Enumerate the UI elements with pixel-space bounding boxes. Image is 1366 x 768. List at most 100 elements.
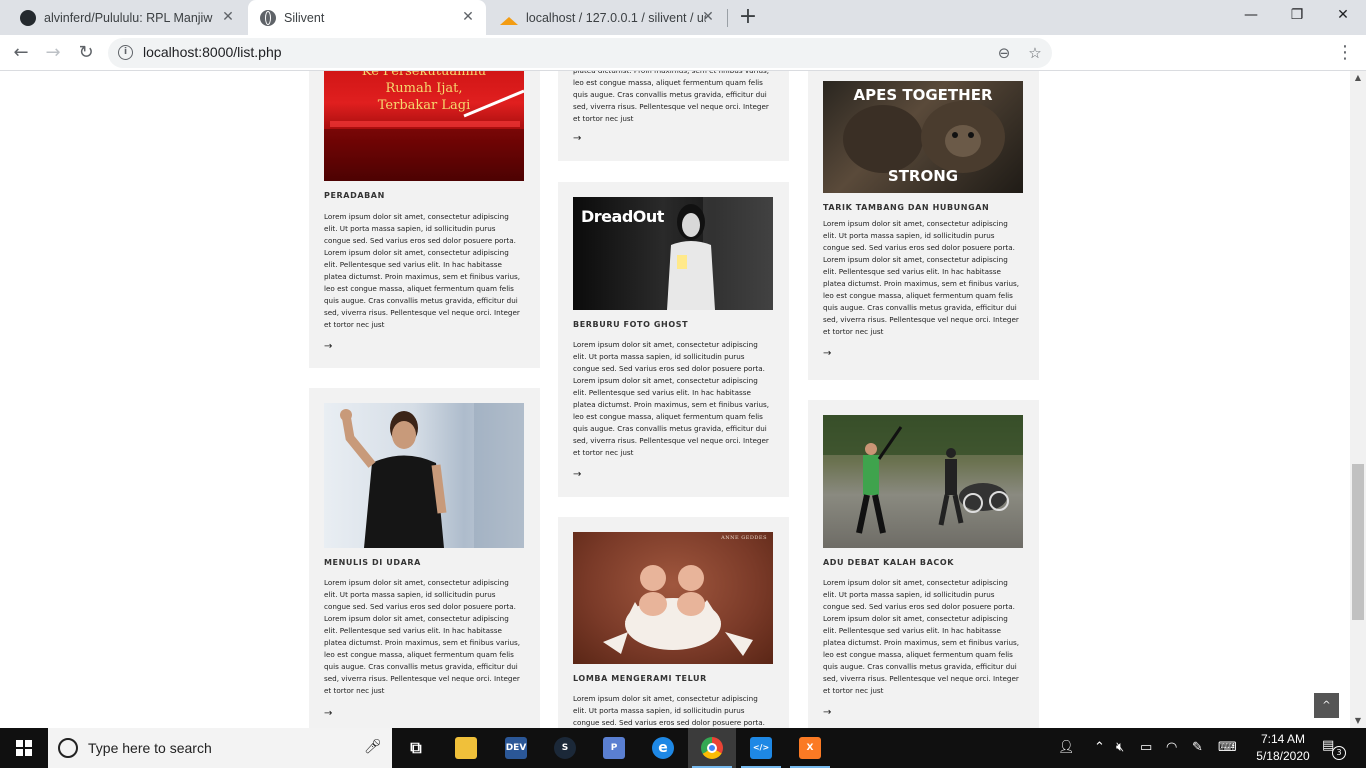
- maximize-button[interactable]: ❐: [1274, 0, 1320, 32]
- chrome-icon: [701, 737, 723, 759]
- pen-icon[interactable]: ✎: [1192, 740, 1203, 755]
- people-icon[interactable]: 👤︎: [1058, 740, 1075, 755]
- clock-time: 7:14 AM: [1260, 732, 1306, 746]
- globe-icon: [260, 9, 276, 26]
- taskbar-search-box[interactable]: Type here to search 🎤︎: [48, 728, 392, 768]
- arrow-left-icon: ←: [13, 42, 29, 63]
- close-icon[interactable]: ✕: [460, 9, 476, 25]
- post-title[interactable]: TARIK TAMBANG DAN HUBUNGAN: [823, 203, 989, 212]
- post-card: platea dictumst. Proin maximus, sem et f…: [558, 71, 789, 161]
- post-image[interactable]: APES TOGETHER STRONG: [823, 81, 1023, 193]
- wifi-icon[interactable]: ◠: [1166, 740, 1177, 755]
- screen: alvinferd/Pulululu: RPL Manjiw ✕ Siliven…: [0, 0, 1366, 768]
- post-card: Ke Persekutuanmu Rumah Ijat, Terbakar La…: [309, 71, 540, 368]
- back-to-top-button[interactable]: ^: [1314, 693, 1339, 718]
- menu-button[interactable]: ⋮: [1332, 40, 1358, 66]
- post-title[interactable]: ADU DEBAT KALAH BACOK: [823, 558, 954, 567]
- post-image-art: [340, 403, 524, 548]
- xampp-icon: X: [799, 737, 821, 759]
- read-more-arrow[interactable]: →: [823, 707, 831, 718]
- address-bar[interactable]: i localhost:8000/list.php ⊖ ☆: [108, 38, 1052, 68]
- bookmark-star-icon[interactable]: ☆: [1025, 43, 1045, 63]
- post-excerpt: Lorem ipsum dolor sit amet, consectetur …: [573, 694, 765, 727]
- read-more-arrow[interactable]: →: [573, 469, 581, 480]
- photoshop-button[interactable]: P: [590, 728, 638, 768]
- read-more-arrow[interactable]: →: [823, 348, 831, 359]
- scroll-down-arrow[interactable]: ▼: [1350, 714, 1366, 728]
- post-image-caption: APES TOGETHER: [853, 86, 993, 104]
- info-icon[interactable]: i: [118, 45, 133, 60]
- chevron-up-icon[interactable]: ⌃: [1094, 740, 1105, 755]
- file-explorer-button[interactable]: [442, 728, 490, 768]
- post-image[interactable]: DreadOut: [573, 197, 773, 310]
- microphone-icon[interactable]: 🎤︎: [364, 739, 382, 755]
- close-window-button[interactable]: ✕: [1320, 0, 1366, 32]
- post-title[interactable]: PERADABAN: [324, 191, 385, 200]
- read-more-arrow[interactable]: →: [324, 341, 332, 352]
- scrollbar-thumb[interactable]: [1352, 464, 1364, 620]
- edge-button[interactable]: e: [639, 728, 687, 768]
- start-button[interactable]: [0, 728, 48, 768]
- action-center-button[interactable]: ▤ 3: [1322, 738, 1346, 760]
- clock-date: 5/18/2020: [1256, 749, 1310, 763]
- read-more-arrow[interactable]: →: [324, 708, 332, 719]
- post-image-caption: STRONG: [887, 167, 959, 185]
- github-icon: [20, 9, 36, 26]
- post-image-art: [603, 565, 753, 656]
- speaker-muted-icon[interactable]: 🔇︎: [1116, 740, 1124, 755]
- browser-toolbar: ← → ↻ i localhost:8000/list.php ⊖ ☆ NL ⋮: [0, 35, 1366, 99]
- dev-cpp-button[interactable]: DEV: [492, 728, 540, 768]
- tab-silivent[interactable]: Silivent ✕: [248, 0, 486, 35]
- post-excerpt: platea dictumst. Proin maximus, sem et f…: [573, 71, 769, 123]
- system-clock[interactable]: 7:14 AM 5/18/2020: [1255, 731, 1311, 765]
- post-card: DreadOut BERBURU FOTO GHOST Lorem ipsum …: [558, 182, 789, 497]
- task-view-button[interactable]: ⧉: [392, 728, 440, 768]
- post-title[interactable]: MENULIS DI UDARA: [324, 558, 421, 567]
- xampp-button[interactable]: X: [786, 728, 834, 768]
- new-tab-button[interactable]: +: [736, 5, 760, 29]
- post-image-caption: DreadOut: [581, 207, 664, 226]
- post-card: ADU DEBAT KALAH BACOK Lorem ipsum dolor …: [808, 400, 1039, 728]
- post-image[interactable]: [324, 403, 524, 548]
- post-excerpt: Lorem ipsum dolor sit amet, consectetur …: [324, 212, 521, 329]
- post-title[interactable]: LOMBA MENGERAMI TELUR: [573, 674, 707, 683]
- post-title[interactable]: BERBURU FOTO GHOST: [573, 320, 688, 329]
- forward-button[interactable]: →: [40, 40, 66, 66]
- post-card: APES TOGETHER STRONG TARIK TAMBANG DAN H…: [808, 71, 1039, 380]
- tab-phpmyadmin[interactable]: localhost / 127.0.0.1 / silivent / us ✕: [488, 0, 726, 35]
- keyboard-icon[interactable]: ⌨: [1218, 740, 1237, 755]
- battery-icon[interactable]: ▭: [1140, 740, 1152, 755]
- close-icon[interactable]: ✕: [700, 9, 716, 25]
- post-excerpt: Lorem ipsum dolor sit amet, consectetur …: [573, 340, 770, 457]
- dev-cpp-icon: DEV: [505, 737, 527, 759]
- minimize-button[interactable]: —: [1228, 0, 1274, 32]
- tab-title: localhost / 127.0.0.1 / silivent / us: [526, 10, 706, 25]
- post-excerpt: Lorem ipsum dolor sit amet, consectetur …: [823, 219, 1020, 336]
- tab-github[interactable]: alvinferd/Pulululu: RPL Manjiw ✕: [8, 0, 246, 35]
- reload-button[interactable]: ↻: [73, 40, 99, 66]
- close-icon[interactable]: ✕: [220, 9, 236, 25]
- scroll-up-arrow[interactable]: ▲: [1350, 71, 1366, 85]
- read-more-arrow[interactable]: →: [573, 133, 581, 144]
- chrome-button[interactable]: [688, 728, 736, 768]
- post-image[interactable]: Ke Persekutuanmu Rumah Ijat, Terbakar La…: [324, 71, 524, 181]
- browser-tab-strip: alvinferd/Pulululu: RPL Manjiw ✕ Siliven…: [0, 0, 1366, 35]
- vscode-button[interactable]: </>: [737, 728, 785, 768]
- vscode-icon: </>: [750, 737, 772, 759]
- folder-icon: [455, 737, 477, 759]
- reload-icon: ↻: [78, 42, 94, 63]
- post-image[interactable]: [823, 415, 1023, 548]
- post-image[interactable]: ANNE GEDDES: [573, 532, 773, 664]
- address-url[interactable]: localhost:8000/list.php: [143, 44, 282, 60]
- tab-separator: [727, 9, 728, 27]
- cortana-icon: [58, 738, 78, 758]
- post-excerpt: Lorem ipsum dolor sit amet, consectetur …: [324, 578, 521, 695]
- task-view-icon: ⧉: [410, 738, 422, 757]
- photoshop-icon: P: [603, 737, 625, 759]
- zoom-icon[interactable]: ⊖: [994, 43, 1014, 63]
- steam-button[interactable]: S: [541, 728, 589, 768]
- post-image-caption: Ke Persekutuanmu Rumah Ijat, Terbakar La…: [361, 71, 487, 113]
- back-button[interactable]: ←: [8, 40, 34, 66]
- vertical-scrollbar[interactable]: ▲ ▼: [1350, 71, 1366, 728]
- post-card: ANNE GEDDES LOMBA MENGERAMI TELUR Lorem …: [558, 517, 789, 728]
